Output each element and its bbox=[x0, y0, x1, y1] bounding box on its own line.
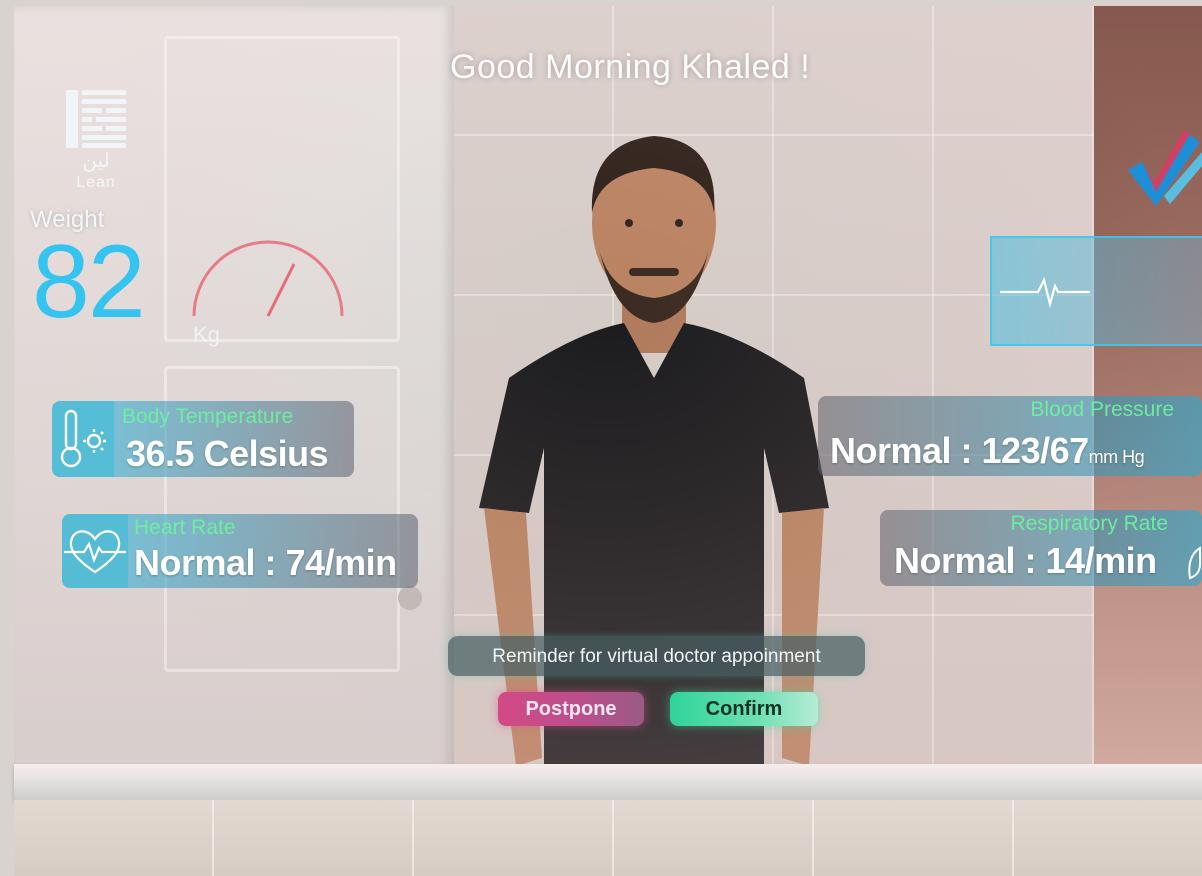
body-temperature-title: Body Temperature bbox=[122, 405, 294, 428]
blood-pressure-title: Blood Pressure bbox=[1030, 398, 1174, 421]
smart-mirror-scene: Good Morning Khaled ! لين Lean Weight 82… bbox=[0, 0, 1202, 876]
check-brand-icon bbox=[1128, 130, 1202, 206]
weight-value: 82 bbox=[32, 224, 146, 340]
heart-rate-value: Normal : 74/min bbox=[134, 542, 397, 583]
pulse-panel bbox=[990, 236, 1202, 346]
heart-pulse-icon bbox=[64, 530, 126, 574]
confirm-button[interactable]: Confirm bbox=[670, 692, 818, 726]
lungs-icon bbox=[1188, 546, 1201, 580]
sink-shelf bbox=[14, 764, 1202, 800]
blood-pressure-card: Blood Pressure Normal : 123/67mm Hg bbox=[818, 396, 1202, 476]
respiratory-rate-title: Respiratory Rate bbox=[1010, 512, 1168, 535]
reminder-banner: Reminder for virtual doctor appoinment bbox=[448, 636, 865, 676]
postpone-button[interactable]: Postpone bbox=[498, 692, 644, 726]
blood-pressure-value: Normal : 123/67mm Hg bbox=[830, 430, 1145, 471]
respiratory-rate-card: Respiratory Rate Normal : 14/min bbox=[880, 510, 1202, 586]
reminder-text: Reminder for virtual doctor appoinment bbox=[492, 646, 821, 667]
sink-wall bbox=[14, 800, 1202, 876]
heart-rate-card: Heart Rate Normal : 74/min bbox=[62, 514, 418, 588]
blood-pressure-unit: mm Hg bbox=[1088, 447, 1145, 467]
background-room bbox=[1094, 6, 1202, 774]
heartbeat-line-icon bbox=[1000, 276, 1090, 308]
thermometer-sun-icon bbox=[60, 409, 106, 468]
logo-arabic-text: لين bbox=[82, 148, 110, 172]
body-temperature-card: Body Temperature 36.5 Celsius bbox=[52, 401, 354, 477]
heart-rate-title: Heart Rate bbox=[134, 516, 236, 539]
body-temperature-value: 36.5 Celsius bbox=[126, 433, 329, 474]
logo-latin-text: Lean bbox=[76, 174, 116, 191]
respiratory-rate-value: Normal : 14/min bbox=[894, 540, 1157, 581]
lean-logo-mark bbox=[66, 90, 126, 148]
weight-unit: Kg bbox=[193, 322, 220, 347]
lean-logo: لين Lean bbox=[66, 90, 126, 194]
greeting-text: Good Morning Khaled ! bbox=[450, 48, 811, 86]
weight-gauge-icon bbox=[192, 240, 344, 317]
